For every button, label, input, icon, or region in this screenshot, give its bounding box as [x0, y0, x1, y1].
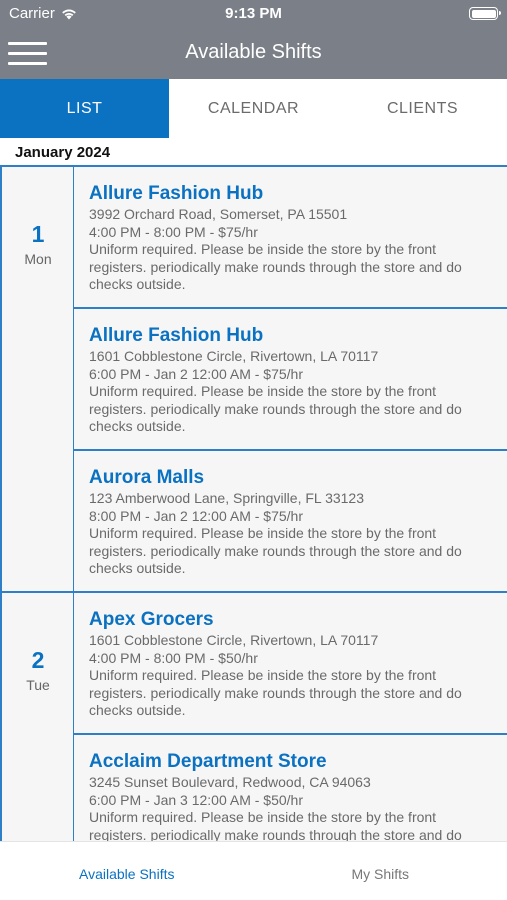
- shift-time-rate: 8:00 PM - Jan 2 12:00 AM - $75/hr: [89, 507, 304, 524]
- shift-description: Uniform required. Please be inside the s…: [89, 525, 462, 576]
- view-tabs: LIST CALENDAR CLIENTS: [0, 79, 507, 138]
- clock: 9:13 PM: [225, 5, 282, 22]
- shift-time-rate: 6:00 PM - Jan 3 12:00 AM - $50/hr: [89, 791, 304, 808]
- shift-list[interactable]: 1 Mon Allure Fashion Hub 3992 Orchard Ro…: [0, 165, 507, 841]
- bottom-tab-bar: Available Shifts My Shifts: [0, 841, 507, 900]
- shift-address: 1601 Cobblestone Circle, Rivertown, LA 7…: [89, 632, 379, 648]
- shift-card[interactable]: Acclaim Department Store 3245 Sunset Bou…: [74, 733, 507, 841]
- day-column: 1 Mon: [0, 165, 74, 591]
- day-column: 2 Tue: [0, 591, 74, 841]
- day-group: 1 Mon Allure Fashion Hub 3992 Orchard Ro…: [0, 165, 507, 591]
- tab-clients[interactable]: CLIENTS: [338, 79, 507, 138]
- shift-card[interactable]: Aurora Malls 123 Amberwood Lane, Springv…: [74, 449, 507, 591]
- shift-client-name: Allure Fashion Hub: [89, 183, 264, 204]
- shift-card[interactable]: Allure Fashion Hub 3992 Orchard Road, So…: [74, 165, 507, 307]
- shift-address: 3245 Sunset Boulevard, Redwood, CA 94063: [89, 774, 371, 790]
- shift-client-name: Acclaim Department Store: [89, 751, 327, 772]
- battery-icon: [469, 7, 501, 20]
- nav-bar: Available Shifts: [0, 28, 507, 79]
- shift-client-name: Allure Fashion Hub: [89, 325, 264, 346]
- shift-description: Uniform required. Please be inside the s…: [89, 241, 462, 292]
- tab-my-shifts[interactable]: My Shifts: [254, 842, 507, 900]
- shift-description: Uniform required. Please be inside the s…: [89, 809, 462, 841]
- day-shifts: Allure Fashion Hub 3992 Orchard Road, So…: [74, 165, 507, 591]
- status-bar: Carrier 9:13 PM: [0, 0, 507, 28]
- day-number: 1: [31, 221, 45, 247]
- shift-card[interactable]: Apex Grocers 1601 Cobblestone Circle, Ri…: [74, 591, 507, 733]
- month-header: January 2024: [15, 144, 111, 161]
- shift-time-rate: 4:00 PM - 8:00 PM - $50/hr: [89, 649, 258, 666]
- shift-description: Uniform required. Please be inside the s…: [89, 383, 462, 434]
- day-number: 2: [31, 647, 45, 673]
- tab-calendar[interactable]: CALENDAR: [169, 79, 338, 138]
- shift-address: 3992 Orchard Road, Somerset, PA 15501: [89, 206, 348, 222]
- tab-available-shifts[interactable]: Available Shifts: [0, 842, 254, 900]
- shift-time-rate: 4:00 PM - 8:00 PM - $75/hr: [89, 223, 258, 240]
- day-group: 2 Tue Apex Grocers 1601 Cobblestone Circ…: [0, 591, 507, 841]
- day-name: Mon: [24, 251, 52, 267]
- shift-address: 1601 Cobblestone Circle, Rivertown, LA 7…: [89, 348, 379, 364]
- day-shifts: Apex Grocers 1601 Cobblestone Circle, Ri…: [74, 591, 507, 841]
- shift-description: Uniform required. Please be inside the s…: [89, 667, 462, 718]
- shift-client-name: Aurora Malls: [89, 467, 205, 488]
- shift-card[interactable]: Allure Fashion Hub 1601 Cobblestone Circ…: [74, 307, 507, 449]
- day-name: Tue: [26, 677, 50, 693]
- shift-time-rate: 6:00 PM - Jan 2 12:00 AM - $75/hr: [89, 365, 304, 382]
- tab-list[interactable]: LIST: [0, 79, 169, 138]
- shift-address: 123 Amberwood Lane, Springville, FL 3312…: [89, 490, 364, 506]
- page-title: Available Shifts: [185, 41, 322, 63]
- shift-client-name: Apex Grocers: [89, 609, 214, 630]
